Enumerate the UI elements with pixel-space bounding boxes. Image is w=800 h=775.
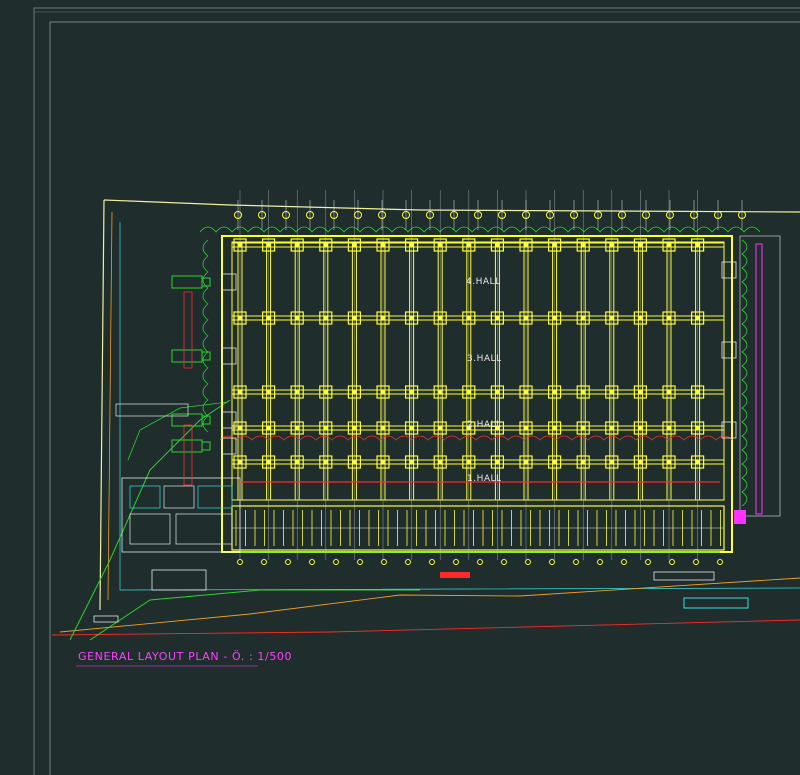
south-marker [573, 559, 579, 565]
truck-cab [201, 441, 211, 451]
site-boundary-inner [107, 211, 113, 601]
road-edge-south [59, 577, 800, 633]
annex-bay [231, 505, 725, 565]
truck-trailer [171, 349, 203, 363]
site-boundary-west [99, 199, 105, 611]
hedge-path [199, 226, 761, 233]
truck-trailer [171, 439, 203, 453]
red-cloud-line [219, 435, 733, 441]
south-marker [357, 559, 363, 565]
south-marker [669, 559, 675, 565]
south-marker [525, 559, 531, 565]
truck-trailer [171, 275, 203, 289]
loading-docks-west [171, 261, 737, 455]
hedge-east [741, 239, 748, 507]
drawing-title: GENERAL LAYOUT PLAN - Ö. : 1/500 [78, 650, 293, 663]
dock-door [221, 347, 237, 365]
hall-label-4: 4.HALL [466, 277, 501, 287]
west-road-label-2 [183, 424, 193, 486]
hall-label-2: 2.HALL [467, 420, 502, 430]
south-marker [549, 559, 555, 565]
south-marker [477, 559, 483, 565]
south-marker [717, 559, 723, 565]
hedge-west [202, 239, 209, 433]
south-marker [285, 559, 291, 565]
south-marker [453, 559, 459, 565]
south-marker [645, 559, 651, 565]
south-marker [309, 559, 315, 565]
green-road [69, 399, 231, 641]
dock-door [221, 437, 237, 455]
south-marker [501, 559, 507, 565]
east-utility-strip [755, 243, 763, 515]
structural-grid [232, 190, 724, 560]
hall-label-1: 1.HALL [467, 474, 502, 484]
hall-label-3: 3.HALL [467, 354, 502, 364]
east-gate [734, 510, 746, 524]
south-marker [405, 559, 411, 565]
green-road-3 [127, 401, 229, 461]
dock-door [221, 273, 237, 291]
south-marker [261, 559, 267, 565]
site-boundary [103, 199, 800, 213]
south-marker [597, 559, 603, 565]
south-marker [429, 559, 435, 565]
west-road-label [183, 291, 193, 369]
south-marker [237, 559, 243, 565]
south-marker [381, 559, 387, 565]
south-marker [693, 559, 699, 565]
south-marker [333, 559, 339, 565]
south-marker [621, 559, 627, 565]
